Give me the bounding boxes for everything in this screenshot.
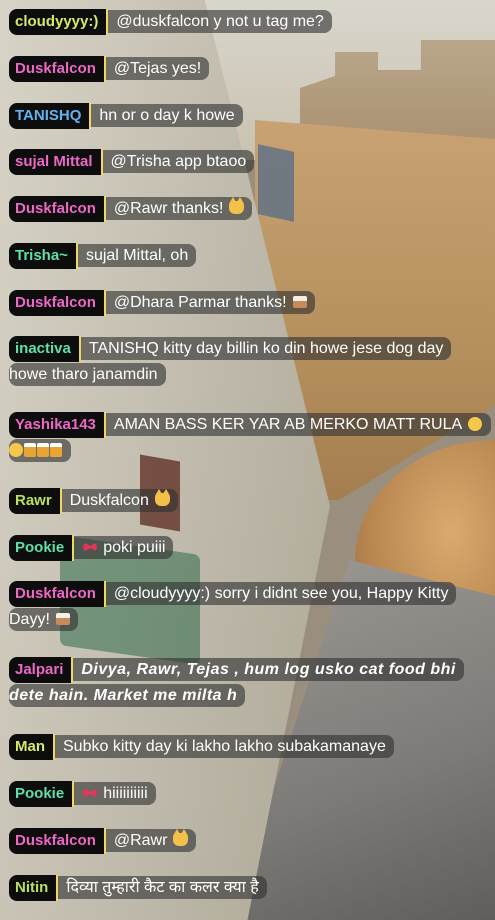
chat-username[interactable]: cloudyyyy:) (9, 9, 109, 35)
chat-message-text: sujal Mittal, oh (85, 247, 189, 264)
crying-icon (9, 443, 23, 457)
beer-icon (24, 443, 36, 457)
chat-message: cloudyyyy:) @duskfalcon y not u tag me? (9, 9, 485, 35)
chat-username[interactable]: Nitin (9, 875, 59, 901)
chat-message: Duskfalcon @Dhara Parmar thanks! (9, 290, 485, 316)
chat-message-text: hiiiiiiiiii (103, 785, 148, 802)
chat-message-text: दिव्या तुम्हारी कैट का कलर क्या है (66, 879, 259, 896)
cake-icon (55, 613, 70, 625)
chat-username[interactable]: Trisha~ (9, 243, 78, 269)
chat-message: TANISHQ hn or o day k howe (9, 103, 485, 129)
chat-message-bubble: Duskfalcon @Dhara Parmar thanks! (9, 290, 315, 316)
bow-icon (83, 788, 98, 798)
chat-message-bubble: Yashika143 AMAN BASS KER YAR AB MERKO MAT… (9, 412, 492, 462)
chat-message: Duskfalcon @Rawr thanks! (9, 196, 485, 222)
chat-message-bubble: Rawr Duskfalcon (9, 488, 178, 514)
chat-message-text: @Rawr thanks! (113, 200, 224, 217)
chat-message-text: @duskfalcon y not u tag me? (116, 13, 324, 30)
chat-username[interactable]: Pookie (9, 535, 75, 561)
chat-username[interactable]: Jalpari (9, 657, 74, 683)
chat-message-text: poki puiii (103, 539, 166, 556)
chat-message-bubble: Nitin दिव्या तुम्हारी कैट का कलर क्या है (9, 875, 267, 901)
chat-message-text: Subko kitty day ki lakho lakho subakaman… (63, 738, 386, 755)
chat-message: Trisha~ sujal Mittal, oh (9, 243, 485, 269)
chat-message-bubble: Duskfalcon @Rawr thanks! (9, 196, 253, 222)
chat-message-bubble: inactiva TANISHQ kitty day billin ko din … (9, 336, 452, 386)
chat-feed: cloudyyyy:) @duskfalcon y not u tag me? Du… (0, 0, 495, 920)
chat-message: Nitin दिव्या तुम्हारी कैट का कलर क्या है (9, 875, 485, 901)
chat-username[interactable]: Duskfalcon (9, 56, 106, 82)
chat-message-text: @Tejas yes! (113, 60, 202, 77)
chat-message-bubble: sujal Mittal @Trisha app btaoo (9, 149, 255, 175)
chat-username[interactable]: Rawr (9, 488, 62, 514)
chat-message: Yashika143 AMAN BASS KER YAR AB MERKO MAT… (9, 412, 492, 464)
chat-message-bubble: Duskfalcon @Tejas yes! (9, 56, 210, 82)
chat-message: Man Subko kitty day ki lakho lakho subaka… (9, 734, 485, 760)
chat-message-bubble: Duskfalcon @cloudyyyy:) sorry i didnt see… (9, 581, 457, 631)
crying-icon (468, 417, 483, 431)
chat-message: sujal Mittal @Trisha app btaoo (9, 149, 485, 175)
chat-username[interactable]: Duskfalcon (9, 828, 106, 854)
chat-message-text: @Rawr (113, 832, 168, 849)
chat-username[interactable]: Duskfalcon (9, 196, 106, 222)
chat-message: Duskfalcon @Tejas yes! (9, 56, 485, 82)
chat-message: Duskfalcon @cloudyyyy:) sorry i didnt see… (9, 581, 485, 633)
chat-message-text: hn or o day k howe (99, 107, 235, 124)
beer-icon (37, 443, 49, 457)
chat-message-bubble: cloudyyyy:) @duskfalcon y not u tag me? (9, 9, 332, 35)
chat-message-text: @Dhara Parmar thanks! (113, 294, 287, 311)
chat-username[interactable]: inactiva (9, 336, 81, 362)
chat-message: Pookie poki puiii (9, 535, 485, 561)
chat-username[interactable]: Yashika143 (9, 412, 106, 438)
chat-message-text: Duskfalcon (69, 492, 149, 509)
chat-message: Rawr Duskfalcon (9, 488, 485, 514)
cat-icon (173, 829, 189, 846)
chat-username[interactable]: Pookie (9, 781, 75, 807)
beer-icon (50, 443, 62, 457)
chat-message-bubble: Jalpari Divya, Rawr, Tejas , hum log usko… (9, 657, 464, 707)
bow-icon (83, 542, 98, 552)
chat-message: Pookie hiiiiiiiiii (9, 781, 485, 807)
chat-username[interactable]: sujal Mittal (9, 149, 103, 175)
chat-message: inactiva TANISHQ kitty day billin ko din … (9, 336, 485, 388)
chat-username[interactable]: TANISHQ (9, 103, 92, 129)
chat-username[interactable]: Duskfalcon (9, 290, 106, 316)
chat-username[interactable]: Man (9, 734, 55, 760)
chat-message: Jalpari Divya, Rawr, Tejas , hum log usko… (9, 657, 485, 709)
cat-icon (229, 197, 245, 214)
chat-message-bubble: Pookie poki puiii (9, 535, 174, 561)
chat-message-bubble: Duskfalcon @Rawr (9, 828, 197, 854)
chat-message: Duskfalcon @Rawr (9, 828, 485, 854)
chat-message-text: @Trisha app btaoo (110, 153, 247, 170)
chat-message-text: Divya, Rawr, Tejas , hum log usko cat fo… (9, 661, 456, 704)
cake-icon (292, 296, 307, 308)
chat-message-text: AMAN BASS KER YAR AB MERKO MATT RULA (113, 416, 463, 433)
chat-message-bubble: Pookie hiiiiiiiiii (9, 781, 156, 807)
chat-message-bubble: Man Subko kitty day ki lakho lakho subaka… (9, 734, 394, 760)
chat-message-bubble: Trisha~ sujal Mittal, oh (9, 243, 197, 269)
chat-message-bubble: TANISHQ hn or o day k howe (9, 103, 243, 129)
cat-icon (154, 489, 170, 506)
chat-username[interactable]: Duskfalcon (9, 581, 106, 607)
